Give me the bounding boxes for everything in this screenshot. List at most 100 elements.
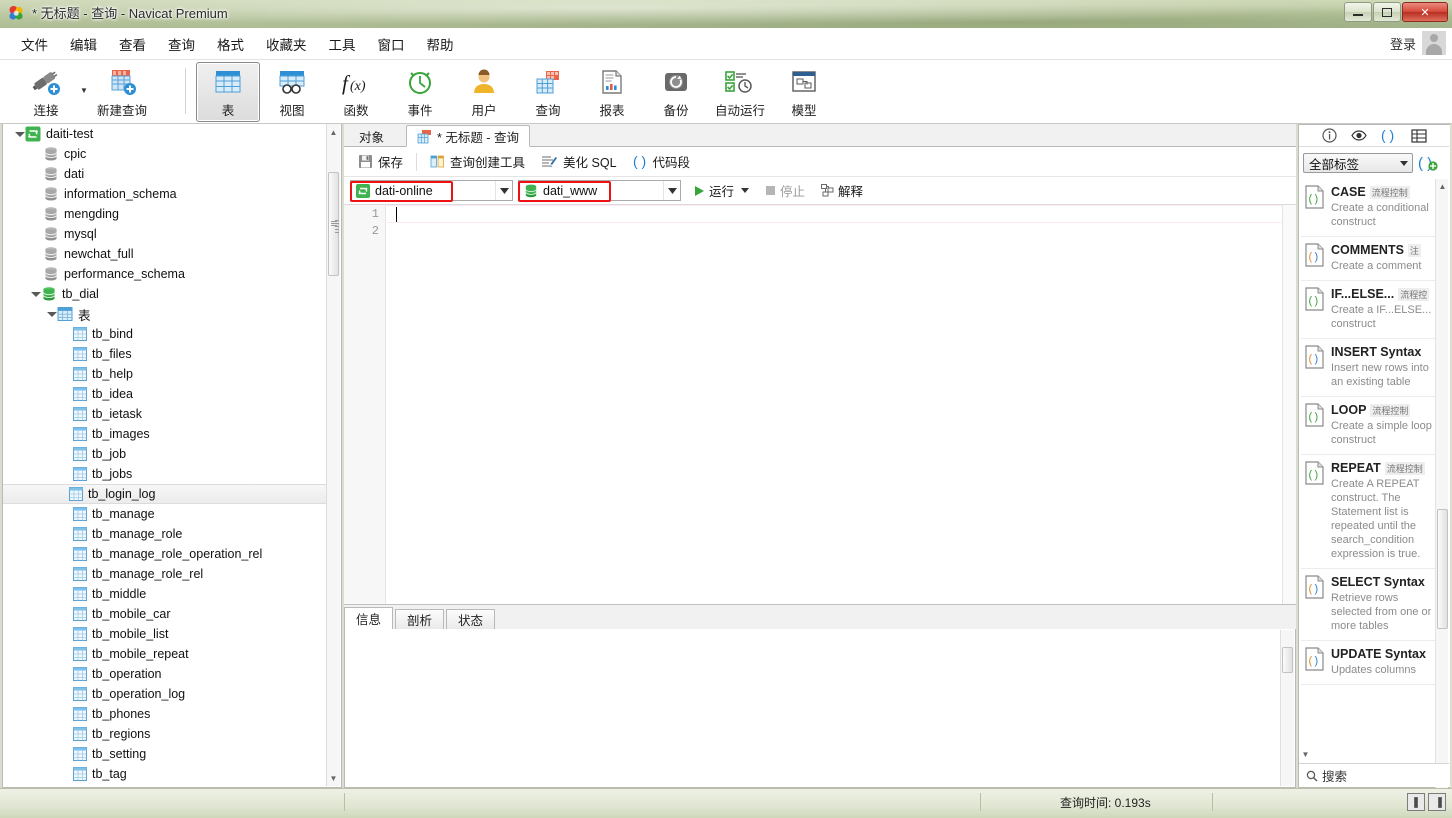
toggle-left-pane-button[interactable] <box>1407 793 1425 811</box>
tree-node-connection[interactable]: daiti-test <box>3 124 328 144</box>
connection-combo[interactable]: dati-online <box>350 180 513 201</box>
snippet-list[interactable]: () CASE 流程控制 Create a conditional construct… <box>1301 179 1437 818</box>
expand-arrow-icon[interactable] <box>29 288 41 300</box>
tree-node-table[interactable]: tb_middle <box>3 584 328 604</box>
eye-icon[interactable] <box>1351 128 1367 144</box>
snippet-filter-chevron-down-icon[interactable] <box>1396 160 1412 166</box>
add-snippet-button[interactable]: ( ) <box>1417 153 1439 173</box>
sql-editor[interactable]: 1 2 <box>344 205 1296 605</box>
database-combo[interactable]: dati_www <box>518 180 681 201</box>
tree-node-table[interactable]: tb_idea <box>3 384 328 404</box>
toolbar-button-table[interactable]: 表 <box>196 62 260 122</box>
toggle-right-pane-button[interactable] <box>1428 793 1446 811</box>
result-tab-profile[interactable]: 剖析 <box>395 609 445 630</box>
tree-node-table[interactable]: tb_manage_role_rel <box>3 564 328 584</box>
tree-node-database[interactable]: cpic <box>3 144 328 164</box>
tree-node-table[interactable]: tb_login_log <box>3 484 326 504</box>
tree-node-table[interactable]: tb_phones <box>3 704 328 724</box>
minimize-button[interactable] <box>1344 2 1372 22</box>
tree-node-open-database[interactable]: tb_dial <box>3 284 328 304</box>
code-snippet-icon[interactable]: ( ) <box>1381 128 1397 144</box>
tree-node-table[interactable]: tb_operation <box>3 664 328 684</box>
tree-node-database[interactable]: mengding <box>3 204 328 224</box>
result-scroll-thumb[interactable] <box>1282 647 1293 673</box>
snippet-item[interactable]: () LOOP 流程控制 Create a simple loop construct <box>1301 397 1437 455</box>
snippet-scroll-down-icon[interactable]: ▼ <box>1299 747 1312 761</box>
tree-node-table[interactable]: tb_help <box>3 364 328 384</box>
tree-node-database[interactable]: performance_schema <box>3 264 328 284</box>
menu-item-help[interactable]: 帮助 <box>416 30 465 58</box>
tree-node-table[interactable]: tb_setting <box>3 744 328 764</box>
snippet-item[interactable]: () INSERT Syntax Insert new rows into an e… <box>1301 339 1437 397</box>
toolbar-button-report[interactable]: 报表 <box>580 62 644 122</box>
tree-node-table[interactable]: tb_manage_role <box>3 524 328 544</box>
tree-node-table[interactable]: tb_mobile_list <box>3 624 328 644</box>
tab-objects[interactable]: 对象 <box>348 125 395 147</box>
tree-node-table[interactable]: tb_manage_role_operation_rel <box>3 544 328 564</box>
tree-node-table[interactable]: tb_jobs <box>3 464 328 484</box>
result-tab-status[interactable]: 状态 <box>446 609 496 630</box>
menu-item-window[interactable]: 窗口 <box>367 30 416 58</box>
menu-item-file[interactable]: 文件 <box>10 30 59 58</box>
query-builder-button[interactable]: 查询创建工具 <box>422 150 533 174</box>
restore-button[interactable] <box>1373 2 1401 22</box>
toolbar-button-new-query[interactable]: 新建查询 <box>90 62 154 122</box>
tree-node-table[interactable]: tb_files <box>3 344 328 364</box>
save-button[interactable]: 保存 <box>350 150 411 174</box>
toolbar-button-automation[interactable]: 自动运行 <box>708 62 772 122</box>
snippet-scroll-thumb[interactable] <box>1437 509 1448 629</box>
tree-node-database[interactable]: information_schema <box>3 184 328 204</box>
menu-item-tools[interactable]: 工具 <box>318 30 367 58</box>
close-button[interactable]: ✕ <box>1402 2 1448 22</box>
pane-splitter-handle[interactable] <box>334 218 340 236</box>
table-grid-icon[interactable] <box>1411 128 1427 144</box>
run-chevron-down-icon[interactable] <box>741 188 750 193</box>
tree-node-table[interactable]: tb_regions <box>3 724 328 744</box>
tab-query[interactable]: * 无标题 - 查询 <box>406 125 530 147</box>
snippet-search-box[interactable]: 搜索 <box>1299 763 1449 787</box>
login-label[interactable]: 登录 <box>1390 34 1416 53</box>
result-scrollbar[interactable] <box>1280 630 1294 786</box>
toolbar-button-event[interactable]: 事件 <box>388 62 452 122</box>
tree-node-table[interactable]: tb_images <box>3 424 328 444</box>
snippet-filter-combo[interactable]: 全部标签 <box>1303 153 1413 173</box>
snippet-item[interactable]: () CASE 流程控制 Create a conditional construct <box>1301 179 1437 237</box>
run-button[interactable]: 运行 <box>691 181 752 200</box>
code-snippet-button[interactable]: ( ) 代码段 <box>625 150 699 174</box>
toolbar-button-user[interactable]: 用户 <box>452 62 516 122</box>
login-area[interactable]: 登录 <box>1390 31 1446 55</box>
menu-item-view[interactable]: 查看 <box>108 30 157 58</box>
tree-node-database[interactable]: mysql <box>3 224 328 244</box>
tree-node-table[interactable]: tb_mobile_car <box>3 604 328 624</box>
database-combo-chevron-down-icon[interactable] <box>663 181 680 200</box>
snippet-scroll-up-icon[interactable]: ▲ <box>1436 179 1449 193</box>
snippet-scrollbar[interactable]: ▲ <box>1435 179 1448 818</box>
toolbar-button-view[interactable]: 视图 <box>260 62 324 122</box>
toolbar-button-function[interactable]: f (x) 函数 <box>324 62 388 122</box>
toolbar-button-connect[interactable]: 连接 <box>14 62 78 122</box>
snippet-item[interactable]: () SELECT Syntax Retrieve rows selected fr… <box>1301 569 1437 641</box>
menu-item-edit[interactable]: 编辑 <box>59 30 108 58</box>
tree-node-table[interactable]: tb_bind <box>3 324 328 344</box>
tree-node-table[interactable]: tb_ietask <box>3 404 328 424</box>
toolbar-button-backup[interactable]: 备份 <box>644 62 708 122</box>
snippet-item[interactable]: () REPEAT 流程控制 Create A REPEAT construct. T… <box>1301 455 1437 569</box>
tree-node-database[interactable]: dati <box>3 164 328 184</box>
tree-node-table[interactable]: tb_tag <box>3 764 328 784</box>
avatar[interactable] <box>1422 31 1446 55</box>
toolbar-button-query[interactable]: 查询 <box>516 62 580 122</box>
tree-node-table[interactable]: tb_mobile_repeat <box>3 644 328 664</box>
connection-combo-chevron-down-icon[interactable] <box>495 181 512 200</box>
expand-arrow-icon[interactable] <box>45 308 57 320</box>
tree-node-tables-group[interactable]: 表 <box>3 304 328 324</box>
snippet-item[interactable]: () IF...ELSE... 流程控 Create a IF...ELSE... c… <box>1301 281 1437 339</box>
explain-button[interactable]: 解释 <box>818 181 866 200</box>
editor-scrollbar[interactable] <box>1282 205 1296 604</box>
tree-node-database[interactable]: newchat_full <box>3 244 328 264</box>
toolbar-button-model[interactable]: 模型 <box>772 62 836 122</box>
connect-dropdown-caret-icon[interactable]: ▼ <box>78 60 90 120</box>
stop-button[interactable]: 停止 <box>762 181 808 200</box>
tree-node-table[interactable]: tb_job <box>3 444 328 464</box>
snippet-item[interactable]: () UPDATE Syntax Updates columns <box>1301 641 1437 685</box>
tree-node-table[interactable]: tb_operation_log <box>3 684 328 704</box>
